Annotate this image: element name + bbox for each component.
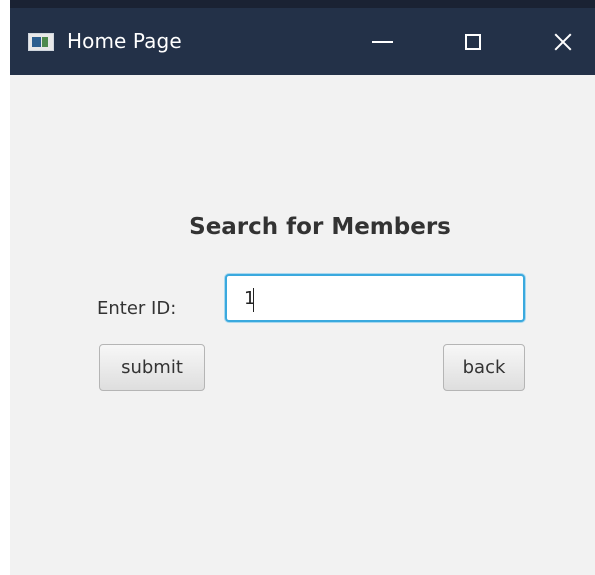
id-label: Enter ID: — [97, 298, 177, 319]
submit-button[interactable]: submit — [99, 344, 205, 391]
close-icon — [552, 31, 574, 53]
close-button[interactable] — [530, 8, 595, 75]
window-title: Home Page — [67, 29, 182, 53]
app-window: Home Page Search for Members Enter ID: s… — [10, 8, 595, 575]
minimize-button[interactable] — [349, 8, 415, 75]
title-bar[interactable]: Home Page — [10, 8, 595, 75]
id-input[interactable] — [225, 274, 525, 322]
app-icon — [28, 33, 54, 51]
window-frame-top — [10, 0, 595, 8]
text-cursor — [253, 288, 254, 312]
page-heading: Search for Members — [189, 214, 451, 240]
back-button[interactable]: back — [443, 344, 525, 391]
maximize-icon — [465, 33, 481, 50]
minimize-icon — [371, 40, 393, 43]
maximize-button[interactable] — [440, 8, 506, 75]
